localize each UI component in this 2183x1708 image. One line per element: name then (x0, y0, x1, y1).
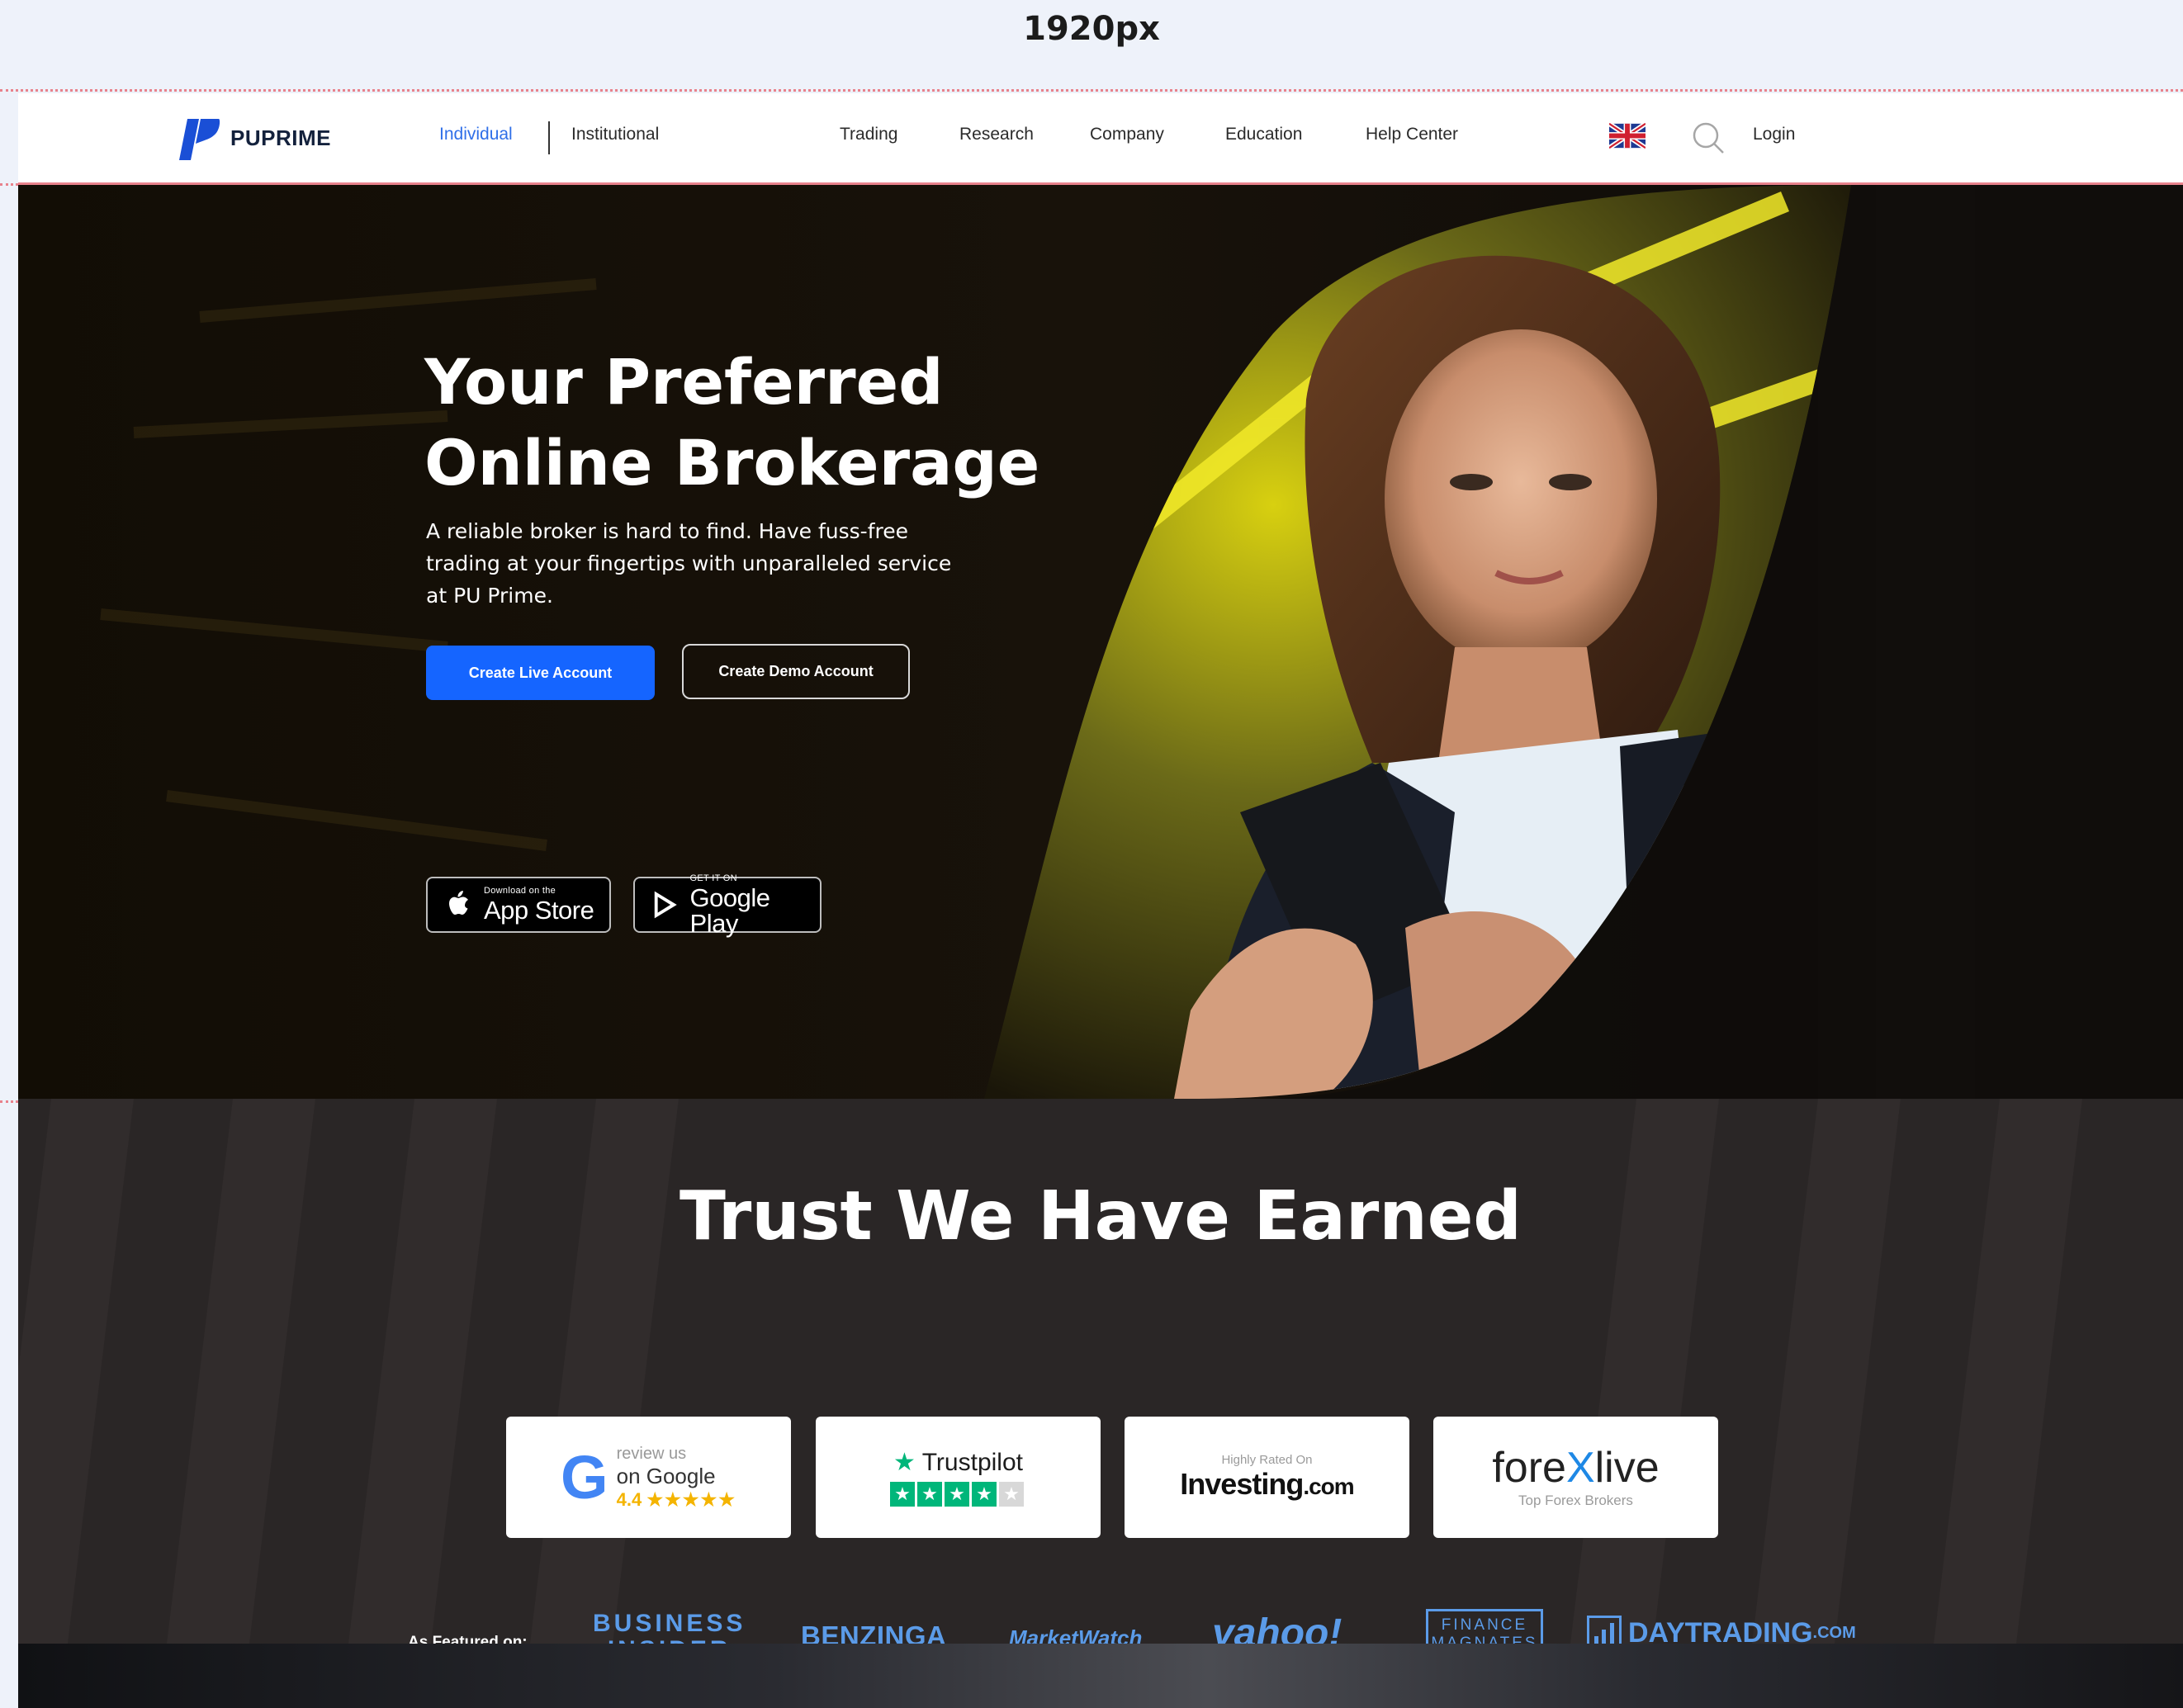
forexlive-small-text: Top Forex Brokers (1518, 1492, 1633, 1508)
segment-institutional[interactable]: Institutional (571, 125, 659, 144)
google-rating-stars: ★★★★★ (646, 1488, 736, 1510)
investing-card[interactable]: Highly Rated On Investing.com (1125, 1417, 1409, 1538)
site-header: PUPRIME Individual Institutional Trading… (18, 93, 2183, 185)
forexlive-name-x: X (1565, 1443, 1595, 1492)
daytrading-com: .COM (1812, 1623, 1856, 1642)
google-play-badge[interactable]: GET IT ON Google Play (633, 873, 822, 938)
guide-line-header-bottom (0, 183, 18, 186)
trustpilot-rating-stars: ★ ★ ★ ★ ★ (890, 1482, 1026, 1507)
width-ruler-label: 1920px (1023, 10, 1160, 48)
nav-education[interactable]: Education (1225, 125, 1302, 144)
app-store-big-text: App Store (484, 896, 594, 925)
guide-line-hero-bottom (0, 1100, 18, 1103)
hero-title-line2: Online Brokerage (424, 426, 1040, 499)
login-link[interactable]: Login (1753, 125, 1795, 144)
create-demo-account-button[interactable]: Create Demo Account (682, 644, 910, 699)
trustpilot-name: Trustpilot (921, 1449, 1023, 1476)
app-store-small-text: Download on the (484, 886, 556, 896)
business-insider-line1: BUSINESS (593, 1610, 746, 1637)
nav-research[interactable]: Research (959, 125, 1034, 144)
app-store-badge[interactable]: Download on the App Store (426, 877, 611, 933)
marketwatch-logo[interactable]: MarketWatch (1009, 1625, 1142, 1644)
trustpilot-rating-star: ★ (945, 1482, 969, 1507)
hero-title-line1: Your Preferred (424, 345, 944, 419)
google-play-big-text: Google Play (689, 882, 770, 938)
forexlive-name-pre: fore (1492, 1443, 1566, 1492)
apple-icon (449, 891, 468, 915)
guide-line-top (0, 89, 2183, 92)
business-insider-logo[interactable]: BUSINESS INSIDER (593, 1611, 746, 1644)
investing-name: Investing (1180, 1467, 1304, 1501)
hero-section: Your Preferred Online Brokerage A reliab… (18, 185, 2183, 1099)
forexlive-card[interactable]: foreXlive Top Forex Brokers (1433, 1417, 1718, 1538)
as-featured-label: As Featured on: (408, 1634, 528, 1644)
forexlive-name-post: live (1594, 1443, 1660, 1492)
page-frame: PUPRIME Individual Institutional Trading… (18, 93, 2183, 1708)
trustpilot-star-icon: ★ (893, 1449, 916, 1476)
trustpilot-rating-star: ★ (972, 1482, 997, 1507)
google-play-small-text: GET IT ON (689, 873, 737, 883)
hero-title: Your Preferred Online Brokerage (424, 342, 1052, 504)
google-g-icon: G (561, 1443, 608, 1512)
create-live-account-button[interactable]: Create Live Account (426, 646, 655, 700)
segment-divider (548, 121, 550, 154)
trust-section: Trust We Have Earned G review us on Goog… (18, 1099, 2183, 1644)
benzinga-logo[interactable]: BENZINGA (801, 1620, 946, 1644)
investing-com: .com (1303, 1474, 1354, 1499)
uk-flag-icon[interactable] (1609, 122, 1646, 149)
finance-magnates-line2: MAGNATES (1431, 1635, 1538, 1644)
logo[interactable]: PUPRIME (171, 113, 331, 163)
puprime-logo-icon (179, 119, 220, 160)
trust-title: Trust We Have Earned (679, 1177, 1522, 1256)
investing-small-text: Highly Rated On (1221, 1453, 1313, 1467)
next-section-preview (18, 1644, 2183, 1708)
finance-magnates-line1: FINANCE (1441, 1616, 1528, 1634)
hero-subtitle: A reliable broker is hard to find. Have … (426, 519, 952, 608)
bar-chart-icon (1587, 1616, 1622, 1644)
trustpilot-rating-star: ★ (917, 1482, 942, 1507)
nav-help-center[interactable]: Help Center (1366, 125, 1458, 144)
daytrading-logo[interactable]: DAYTRADING .COM (1587, 1616, 1856, 1644)
google-on-text: on Google (616, 1463, 716, 1488)
business-insider-line2: INSIDER (608, 1636, 732, 1644)
segment-individual[interactable]: Individual (439, 125, 513, 144)
google-play-icon (654, 891, 677, 919)
daytrading-name: DAYTRADING (1628, 1616, 1813, 1644)
yahoo-logo[interactable]: yahoo! (1212, 1611, 1342, 1644)
search-icon[interactable] (1690, 120, 1726, 156)
google-rating-value: 4.4 (616, 1488, 642, 1510)
trustpilot-rating-star: ★ (999, 1482, 1024, 1507)
trustpilot-card[interactable]: ★ Trustpilot ★ ★ ★ ★ ★ (816, 1417, 1101, 1538)
google-review-card[interactable]: G review us on Google 4.4 ★★★★★ (506, 1417, 791, 1538)
finance-magnates-logo[interactable]: FINANCE MAGNATES (1426, 1609, 1543, 1644)
nav-company[interactable]: Company (1090, 125, 1164, 144)
google-review-text: review us (616, 1444, 687, 1463)
nav-trading[interactable]: Trading (840, 125, 897, 144)
trustpilot-rating-star: ★ (890, 1482, 915, 1507)
hero-background-image (18, 185, 2183, 1099)
logo-text: PUPRIME (230, 125, 331, 150)
